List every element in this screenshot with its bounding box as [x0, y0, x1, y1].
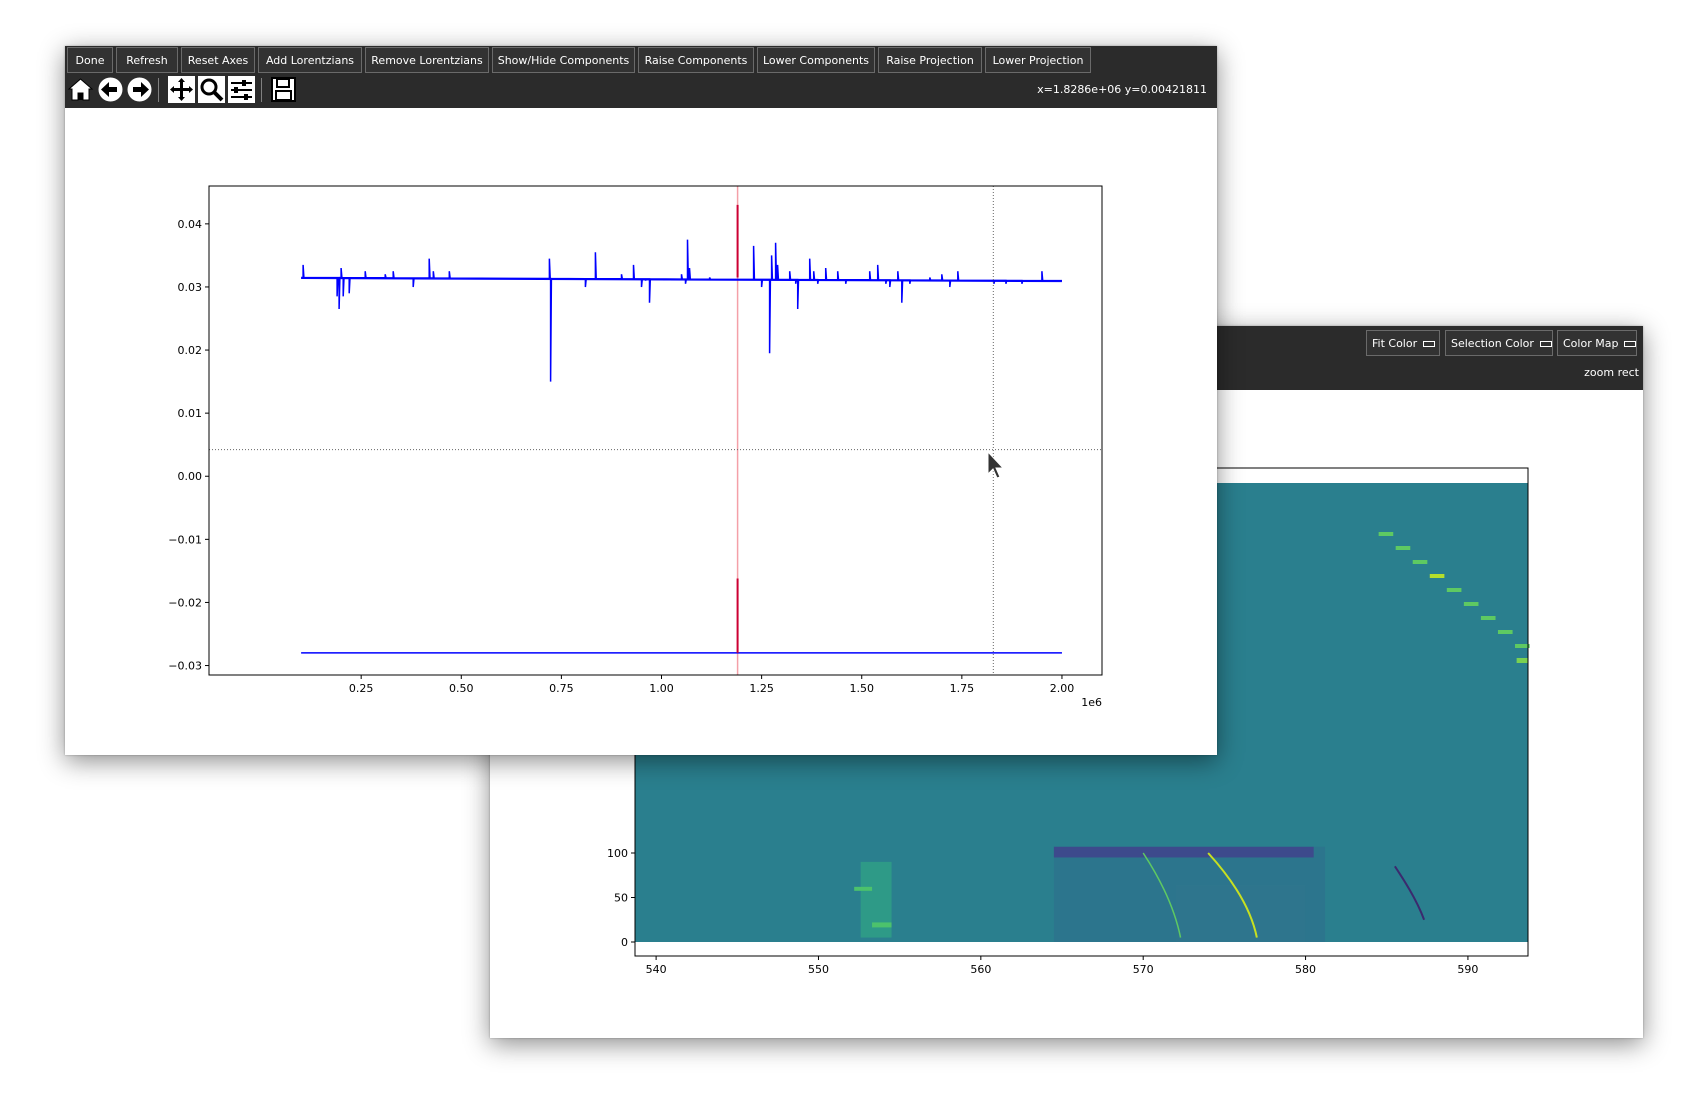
x-offset-label: 1e6: [1081, 696, 1102, 709]
x-tick-label: 0.75: [549, 682, 574, 695]
x-tick-label: 1.50: [849, 682, 874, 695]
x-tick-label: 2.00: [1050, 682, 1075, 695]
heatmap-dash: [1497, 630, 1513, 634]
y-tick-label: 100: [607, 847, 628, 860]
x-tick-label: 540: [646, 963, 667, 976]
x-tick-label: 580: [1295, 963, 1316, 976]
y-tick-label: 50: [614, 892, 628, 905]
y-tick-label: 0.02: [178, 344, 203, 357]
y-tick-label: 0.04: [178, 218, 203, 231]
heatmap-dash: [1480, 616, 1496, 620]
heatmap-hot-pixel: [872, 922, 892, 928]
mouse-cursor-icon: [987, 450, 1005, 479]
x-tick-label: 1.25: [749, 682, 774, 695]
heatmap-dash: [1516, 658, 1528, 663]
y-tick-label: 0.03: [178, 281, 203, 294]
x-tick-label: 560: [970, 963, 991, 976]
data-series-line: [301, 239, 1062, 382]
heatmap-dash: [1446, 588, 1462, 592]
y-tick-label: 0.00: [178, 470, 203, 483]
heatmap-region-2: [1175, 885, 1306, 942]
heatmap-dash: [1395, 546, 1411, 550]
x-tick-label: 570: [1133, 963, 1154, 976]
y-tick-label: −0.02: [168, 596, 202, 609]
y-tick-label: 0.01: [178, 407, 203, 420]
x-tick-label: 590: [1457, 963, 1478, 976]
heatmap-dash: [1515, 644, 1530, 648]
x-tick-label: 0.50: [449, 682, 474, 695]
y-tick-label: −0.03: [168, 660, 202, 673]
spectrum-plot[interactable]: 0.25 0.50 0.75 1.00 1.25 1.50 1.75 2.00 0.04 0.03…: [65, 46, 1217, 755]
x-tick-label: 550: [808, 963, 829, 976]
heatmap-hot-pixel: [854, 886, 873, 891]
x-tick-label: 1.75: [950, 682, 975, 695]
heatmap-dark-block: [1053, 846, 1314, 858]
heatmap-dash: [1429, 574, 1445, 578]
x-tick-label: 0.25: [349, 682, 374, 695]
y-tick-label: 0: [621, 936, 628, 949]
heatmap-dash: [1463, 602, 1479, 606]
heatmap-dash: [1412, 560, 1428, 564]
plot-frame: [208, 185, 1103, 676]
heatmap-dash: [1378, 532, 1394, 536]
y-tick-label: −0.01: [168, 533, 202, 546]
x-tick-label: 1.00: [649, 682, 674, 695]
fit-window: Done Refresh Reset Axes Add Lorentzians …: [65, 46, 1217, 755]
